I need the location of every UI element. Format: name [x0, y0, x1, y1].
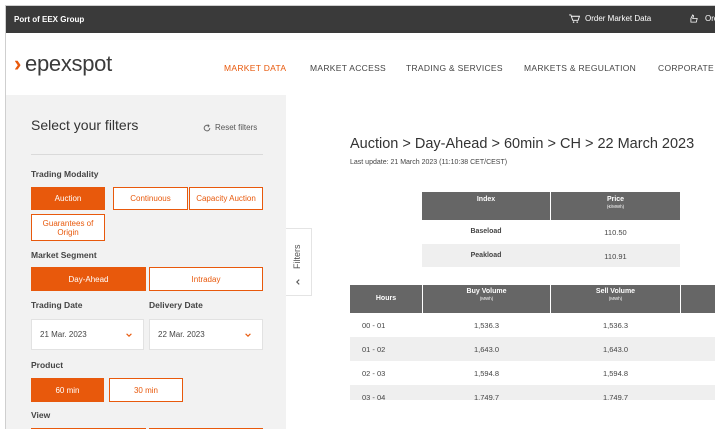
- reset-filters-label: Reset filters: [215, 123, 258, 132]
- view-label: View: [31, 410, 51, 420]
- trading-modality-label: Trading Modality: [31, 169, 99, 179]
- logo-text: epexspot: [25, 51, 112, 76]
- filters-collapse-tab[interactable]: Filters: [286, 228, 312, 296]
- trading-date-value: 21 Mar. 2023: [40, 330, 87, 339]
- modality-auction-button[interactable]: Auction: [31, 187, 105, 210]
- extra-header: [681, 285, 715, 313]
- product-60min-button[interactable]: 60 min: [31, 378, 104, 402]
- buy-volume-header: Buy Volume (MWh): [423, 285, 550, 313]
- nav-trading-services[interactable]: TRADING & SERVICES: [406, 63, 503, 73]
- reset-filters-button[interactable]: Reset filters: [203, 123, 257, 132]
- group-link[interactable]: Port of EEX Group: [14, 15, 84, 24]
- chevron-left-icon: [296, 279, 300, 285]
- hours-header-label: Hours: [375, 295, 397, 302]
- nav-market-data[interactable]: MARKET DATA: [224, 63, 286, 73]
- product-30min-button[interactable]: 30 min: [109, 378, 183, 402]
- site-header: › epexspot MARKET DATA MARKET ACCESS TRA…: [6, 33, 715, 95]
- filters-tab-label: Filters: [292, 244, 302, 270]
- delivery-date-select[interactable]: 22 Mar. 2023: [149, 319, 263, 350]
- chevron-down-icon: [245, 333, 251, 337]
- table-row-buy: 1,536.3: [473, 321, 500, 330]
- table-row-sell: 1,536.3: [602, 321, 629, 330]
- sell-volume-header-label: Sell Volume: [595, 288, 636, 295]
- modality-capacity-auction-button[interactable]: Capacity Auction: [189, 187, 263, 210]
- price-header-label: Price: [606, 196, 625, 203]
- table-row-buy: 1,643.0: [473, 345, 500, 354]
- nav-corporate[interactable]: CORPORATE: [658, 63, 714, 73]
- chevron-down-icon: [126, 333, 132, 337]
- buy-volume-header-label: Buy Volume: [466, 288, 507, 295]
- order-market-data-link[interactable]: Order Market Data: [569, 14, 651, 23]
- nav-markets-regulation[interactable]: MARKETS & REGULATION: [524, 63, 636, 73]
- market-segment-label: Market Segment: [31, 250, 97, 260]
- sell-volume-unit: (MWh): [608, 296, 623, 301]
- index-peakload: Peakload: [470, 252, 502, 259]
- hours-header: Hours: [350, 285, 422, 313]
- table-row-hours: 00 - 01: [362, 321, 386, 330]
- delivery-date-label: Delivery Date: [149, 300, 203, 310]
- trading-date-label: Trading Date: [31, 300, 83, 310]
- segment-intraday-button[interactable]: Intraday: [149, 267, 263, 291]
- price-header: Price (€/MWh): [551, 192, 680, 220]
- sell-volume-header: Sell Volume (MWh): [551, 285, 680, 313]
- browser-page: Port of EEX Group Order Market Data Ord …: [5, 5, 715, 429]
- order-link-label: Ord: [705, 14, 715, 23]
- hand-icon: [690, 14, 698, 23]
- refresh-icon: [203, 123, 211, 131]
- table-row-sell: 1,594.8: [602, 369, 629, 378]
- table-row-sell: 1,643.0: [602, 345, 629, 354]
- price-unit: (€/MWh): [606, 204, 625, 209]
- buy-volume-unit: (MWh): [479, 296, 494, 301]
- filters-title: Select your filters: [31, 117, 139, 133]
- table-row-buy: 1,594.8: [473, 369, 500, 378]
- page-title: Auction > Day-Ahead > 60min > CH > 22 Ma…: [350, 136, 695, 152]
- filters-sidebar: Select your filters Reset filters Tradin…: [6, 95, 286, 429]
- index-header: Index: [422, 192, 550, 220]
- top-bar: Port of EEX Group Order Market Data Ord: [6, 6, 715, 33]
- last-update: Last update: 21 March 2023 (11:10:38 CET…: [350, 159, 508, 166]
- table-row-hours: 02 - 03: [362, 369, 386, 378]
- cart-icon: [569, 14, 580, 23]
- modality-guarantees-button[interactable]: Guarantees of Origin: [31, 214, 105, 241]
- table-row-hours: 01 - 02: [362, 345, 386, 354]
- index-header-label: Index: [476, 196, 496, 203]
- price-baseload: 110.50: [604, 228, 627, 237]
- index-baseload: Baseload: [470, 228, 502, 235]
- price-peakload: 110.91: [604, 252, 627, 261]
- divider: [31, 154, 263, 155]
- order-link-cut[interactable]: Ord: [689, 14, 715, 23]
- product-label: Product: [31, 360, 64, 370]
- delivery-date-value: 22 Mar. 2023: [158, 330, 205, 339]
- nav-market-access[interactable]: MARKET ACCESS: [310, 63, 386, 73]
- order-market-data-label: Order Market Data: [585, 14, 652, 23]
- modality-continuous-button[interactable]: Continuous: [113, 187, 188, 210]
- content-fade: [350, 400, 715, 429]
- segment-day-ahead-button[interactable]: Day-Ahead: [31, 267, 146, 291]
- epexspot-logo[interactable]: › epexspot: [14, 51, 112, 77]
- trading-date-select[interactable]: 21 Mar. 2023: [31, 319, 144, 350]
- logo-chevron-icon: ›: [14, 51, 22, 76]
